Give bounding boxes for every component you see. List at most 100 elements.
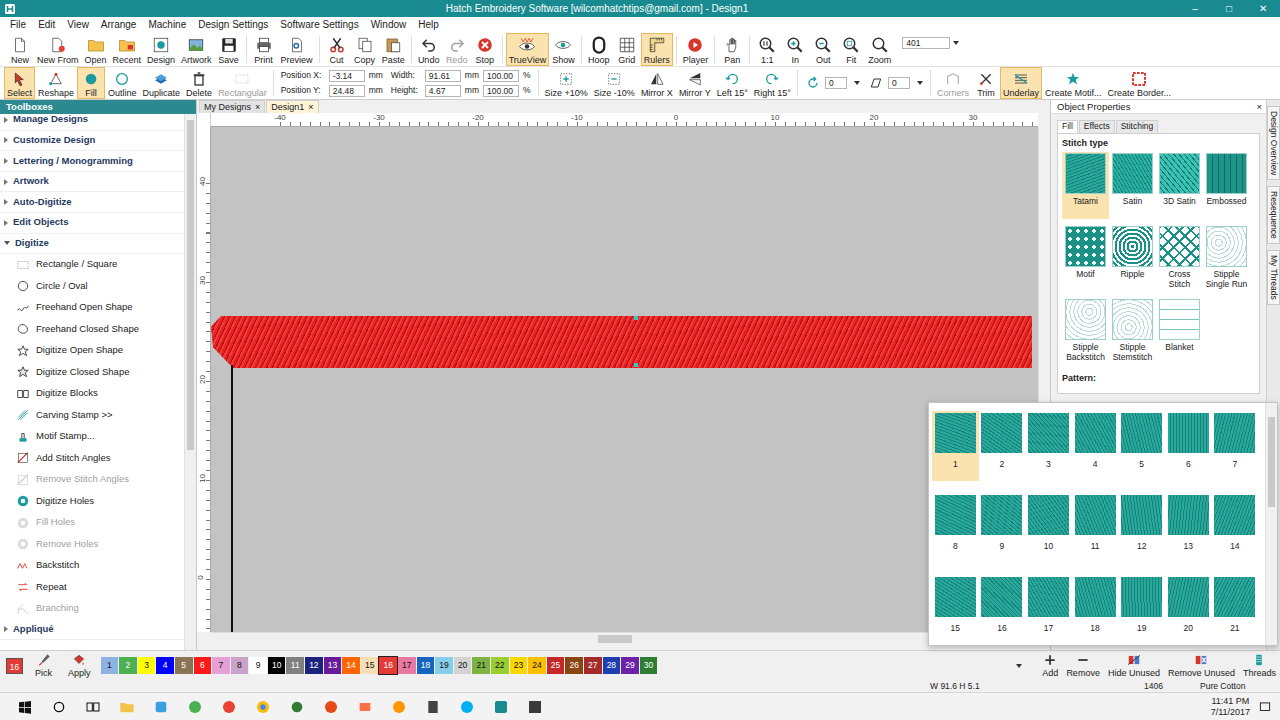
palette-tool[interactable]: Pick [31, 653, 56, 678]
pattern-option[interactable]: 11 [1072, 493, 1119, 563]
stitch-type-option[interactable]: 3D Satin [1156, 152, 1203, 219]
stitch-type-option[interactable]: Stipple Single Run [1203, 225, 1250, 292]
toolbox-item[interactable]: Freehand Open Shape [0, 297, 184, 319]
color-swatch[interactable]: 14 [342, 657, 360, 674]
toolbox-item[interactable]: Branching [0, 598, 184, 620]
scroll-down-icon[interactable] [1016, 664, 1022, 668]
menu-item[interactable]: Design Settings [192, 17, 274, 33]
scroll-thumb[interactable] [187, 120, 194, 450]
minimize-button[interactable]: – [1178, 3, 1212, 15]
size-input[interactable]: 91.61 [425, 70, 461, 82]
side-tab[interactable]: Resequence [1267, 186, 1280, 244]
pattern-option[interactable]: 18 [1072, 575, 1119, 645]
toolbar-button[interactable]: Create Border... [1105, 67, 1175, 99]
toolbox-section[interactable]: Edit Objects [0, 213, 184, 234]
menu-item[interactable]: Machine [142, 17, 192, 33]
taskbar-button[interactable] [314, 693, 348, 720]
selection-handle[interactable] [634, 363, 638, 367]
scale-input[interactable]: 100.00 [483, 70, 519, 82]
horizontal-scrollbar[interactable] [211, 632, 1038, 645]
taskbar-button[interactable] [178, 693, 212, 720]
toolbar-button[interactable]: Hoop [585, 33, 613, 66]
pattern-option[interactable]: 6 [1165, 411, 1212, 481]
taskbar-button[interactable] [8, 693, 42, 720]
pattern-option[interactable]: 2 [979, 411, 1026, 481]
color-swatch[interactable]: 23 [510, 657, 528, 674]
color-swatch[interactable]: 27 [584, 657, 602, 674]
pattern-option[interactable]: 8 [932, 493, 979, 563]
color-swatch[interactable]: 18 [417, 657, 435, 674]
toolbar-button[interactable]: Design [144, 33, 178, 66]
scroll-thumb[interactable] [1268, 417, 1275, 507]
taskbar-button[interactable] [212, 693, 246, 720]
toolbox-item[interactable]: Remove Holes [0, 534, 184, 556]
position-input[interactable]: -3.14 [329, 70, 365, 82]
toolbar-button[interactable]: Fit [837, 33, 865, 66]
menu-item[interactable]: Arrange [95, 17, 143, 33]
selection-handle[interactable] [634, 316, 638, 320]
pattern-option[interactable]: 10 [1025, 493, 1072, 563]
zoom-combo[interactable]: 401 [902, 33, 959, 66]
pattern-option[interactable]: 13 [1165, 493, 1212, 563]
color-swatch[interactable]: 8 [231, 657, 249, 674]
palette-action[interactable]: Threads [1239, 653, 1280, 678]
scroll-thumb[interactable] [598, 635, 632, 643]
toolbar-button[interactable]: Recent [110, 33, 145, 66]
toolbar-button[interactable]: Artwork [178, 33, 215, 66]
toolbar-button[interactable]: In [781, 33, 809, 66]
color-swatch[interactable]: 6 [194, 657, 212, 674]
color-swatch[interactable]: 25 [547, 657, 565, 674]
pattern-option[interactable]: 21 [1212, 575, 1259, 645]
color-swatch[interactable]: 10 [268, 657, 286, 674]
color-swatch[interactable]: 19 [435, 657, 453, 674]
color-swatch[interactable]: 22 [491, 657, 509, 674]
palette-action[interactable]: Hide Unused [1104, 653, 1164, 678]
toolbar-button[interactable]: Rectangular [215, 67, 270, 99]
color-swatch[interactable]: 28 [603, 657, 621, 674]
color-swatch[interactable]: 29 [621, 657, 639, 674]
toolbox-item[interactable]: Freehand Closed Shape [0, 319, 184, 341]
property-tab[interactable]: Fill [1057, 120, 1078, 133]
current-color[interactable]: 16 [6, 658, 23, 674]
design-canvas[interactable] [211, 127, 1038, 632]
stitch-type-option[interactable]: Cross Stitch [1156, 225, 1203, 292]
pattern-option[interactable]: 1 [932, 411, 979, 481]
scale-input[interactable]: 100.00 [483, 85, 519, 97]
color-swatch[interactable]: 20 [454, 657, 472, 674]
toolbox-scrollbar[interactable] [184, 114, 196, 650]
toolbox-item[interactable]: Carving Stamp >> [0, 405, 184, 427]
maximize-button[interactable]: □ [1212, 3, 1246, 15]
color-swatch[interactable]: 9 [249, 657, 267, 674]
toolbar-button[interactable]: Paste [379, 33, 408, 66]
stitch-type-option[interactable]: Stipple Backstitch [1062, 298, 1109, 365]
taskbar-button[interactable] [42, 693, 76, 720]
toolbar-button[interactable]: Player [680, 33, 712, 66]
toolbox-section[interactable]: Auto-Digitize [0, 192, 184, 213]
color-swatch[interactable]: 15 [361, 657, 379, 674]
toolbox-section[interactable]: Customize Design [0, 131, 184, 152]
dropdown-arrow-icon[interactable] [854, 81, 860, 85]
taskbar-button[interactable] [518, 693, 552, 720]
toolbox-item[interactable]: Repeat [0, 577, 184, 599]
toolbar-button[interactable]: TrueView [506, 33, 550, 66]
color-swatch[interactable]: 12 [305, 657, 323, 674]
rotation-input[interactable]: 0 [888, 77, 910, 89]
toolbar-button[interactable]: Undo [415, 33, 443, 66]
toolbox-item[interactable]: Digitize Closed Shape [0, 362, 184, 384]
pattern-option[interactable]: 12 [1118, 493, 1165, 563]
color-swatch[interactable]: 17 [398, 657, 416, 674]
color-swatch[interactable]: 16 [379, 657, 397, 674]
palette-action[interactable]: Add [1038, 653, 1062, 678]
stitch-type-option[interactable]: Embossed [1203, 152, 1250, 219]
toolbar-button[interactable]: Mirror Y [676, 67, 714, 99]
toolbox-item[interactable]: Rectangle / Square [0, 254, 184, 276]
toolbox-item[interactable]: Motif Stamp... [0, 426, 184, 448]
toolbar-button[interactable]: Save [215, 33, 243, 66]
toolbar-button[interactable]: Size -10% [591, 67, 638, 99]
palette-action[interactable]: Remove Unused [1164, 653, 1239, 678]
toolbox-item[interactable]: Digitize Blocks [0, 383, 184, 405]
toolbar-button[interactable]: Cut [323, 33, 351, 66]
dropdown-arrow-icon[interactable] [953, 41, 959, 45]
toolbar-button[interactable]: Fill [77, 67, 105, 99]
toolbox-item[interactable]: Remove Stitch Angles [0, 469, 184, 491]
